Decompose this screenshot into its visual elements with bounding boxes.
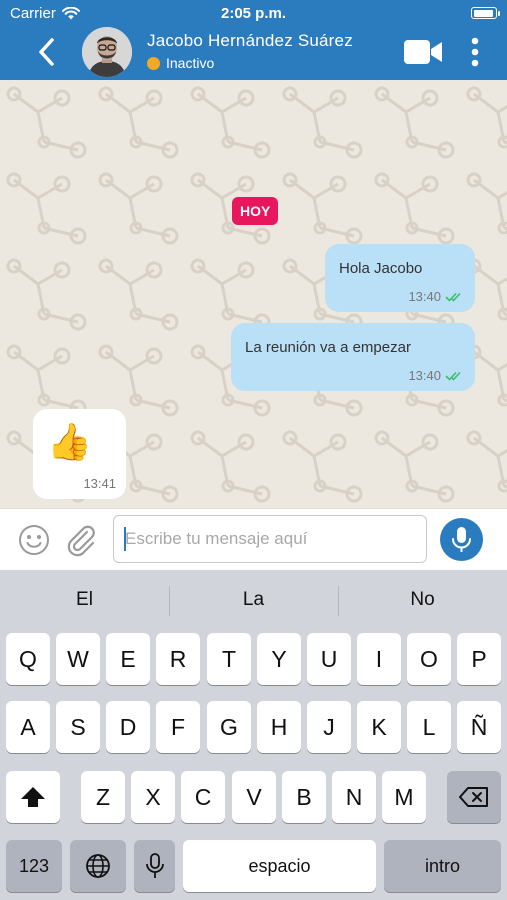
- text-caret: [124, 527, 126, 551]
- key-z[interactable]: Z: [81, 771, 125, 823]
- key-v[interactable]: V: [232, 771, 276, 823]
- dictation-key[interactable]: [134, 840, 175, 892]
- space-key[interactable]: espacio: [183, 840, 376, 892]
- message-time: 13:40: [408, 368, 441, 383]
- key-g[interactable]: G: [207, 701, 251, 753]
- chevron-left-icon: [39, 38, 54, 66]
- battery-level: [473, 9, 494, 17]
- contact-avatar[interactable]: [82, 27, 132, 77]
- chat-header: Carrier 2:05 p.m. Jacobo Hernández Suáre…: [0, 0, 507, 80]
- key-r[interactable]: R: [156, 633, 200, 685]
- avatar-photo: [82, 27, 132, 77]
- key-h[interactable]: H: [257, 701, 301, 753]
- key-c[interactable]: C: [181, 771, 225, 823]
- message-meta: 13:41: [83, 476, 116, 491]
- globe-key[interactable]: [70, 840, 126, 892]
- video-call-button[interactable]: [403, 39, 443, 65]
- contact-name[interactable]: Jacobo Hernández Suárez: [147, 31, 353, 51]
- key-m[interactable]: M: [382, 771, 426, 823]
- key-f[interactable]: F: [156, 701, 200, 753]
- key-u[interactable]: U: [307, 633, 351, 685]
- delete-key[interactable]: [447, 771, 501, 823]
- key-x[interactable]: X: [131, 771, 175, 823]
- key-n[interactable]: N: [332, 771, 376, 823]
- message-text: Hola Jacobo: [339, 260, 423, 277]
- key-n-tilde[interactable]: Ñ: [457, 701, 501, 753]
- message-bubble-outgoing[interactable]: Hola Jacobo 13:40: [325, 244, 475, 312]
- message-composer: [0, 508, 507, 570]
- thumbs-up-emoji: 👍: [47, 421, 92, 462]
- back-button[interactable]: [34, 36, 60, 68]
- key-e[interactable]: E: [106, 633, 150, 685]
- presence-label: Inactivo: [166, 55, 215, 71]
- message-bubble-incoming[interactable]: 👍 13:41: [33, 409, 126, 499]
- presence-dot: [147, 56, 160, 70]
- attach-button[interactable]: [64, 522, 98, 558]
- more-options-button[interactable]: [466, 36, 484, 68]
- suggestion-1[interactable]: El: [0, 570, 169, 630]
- presence-status: Inactivo: [147, 55, 214, 71]
- key-j[interactable]: J: [307, 701, 351, 753]
- status-bar: Carrier 2:05 p.m.: [0, 0, 507, 26]
- message-input[interactable]: [113, 515, 427, 563]
- message-meta: 13:40: [408, 368, 465, 383]
- key-t[interactable]: T: [207, 633, 251, 685]
- smiley-icon: [19, 525, 49, 555]
- battery-icon: [471, 7, 500, 19]
- microphone-icon: [452, 527, 471, 552]
- emoji-button[interactable]: [18, 524, 50, 556]
- suggestion-3[interactable]: No: [338, 570, 507, 630]
- status-time: 2:05 p.m.: [220, 5, 287, 22]
- read-receipt-icon: [445, 371, 461, 381]
- backspace-icon: [459, 787, 488, 807]
- message-time: 13:41: [83, 476, 116, 491]
- microphone-icon: [145, 853, 164, 878]
- shift-icon: [21, 787, 45, 807]
- key-w[interactable]: W: [56, 633, 100, 685]
- key-d[interactable]: D: [106, 701, 150, 753]
- video-camera-icon: [404, 40, 442, 64]
- message-bubble-outgoing[interactable]: La reunión va a empezar 13:40: [231, 323, 475, 391]
- message-meta: 13:40: [408, 289, 465, 304]
- key-k[interactable]: K: [357, 701, 401, 753]
- key-b[interactable]: B: [282, 771, 326, 823]
- message-text: La reunión va a empezar: [245, 339, 411, 356]
- key-a[interactable]: A: [6, 701, 50, 753]
- paperclip-icon: [67, 525, 95, 557]
- key-s[interactable]: S: [56, 701, 100, 753]
- key-o[interactable]: O: [407, 633, 451, 685]
- message-time: 13:40: [408, 289, 441, 304]
- day-separator-badge: HOY: [232, 197, 279, 225]
- message-list[interactable]: HOY Hola Jacobo 13:40 La reunión va a em…: [0, 80, 507, 508]
- numbers-key[interactable]: 123: [6, 840, 62, 892]
- voice-message-button[interactable]: [440, 518, 483, 561]
- key-y[interactable]: Y: [257, 633, 301, 685]
- key-i[interactable]: I: [357, 633, 401, 685]
- more-vertical-icon: [471, 37, 479, 67]
- read-receipt-icon: [445, 292, 461, 302]
- on-screen-keyboard: El La No Q W E R T Y U I O P A S D F G H…: [0, 570, 507, 900]
- key-l[interactable]: L: [407, 701, 451, 753]
- shift-key[interactable]: [6, 771, 60, 823]
- suggestion-2[interactable]: La: [169, 570, 338, 630]
- key-p[interactable]: P: [457, 633, 501, 685]
- return-key[interactable]: intro: [384, 840, 501, 892]
- globe-icon: [86, 854, 110, 878]
- key-q[interactable]: Q: [6, 633, 50, 685]
